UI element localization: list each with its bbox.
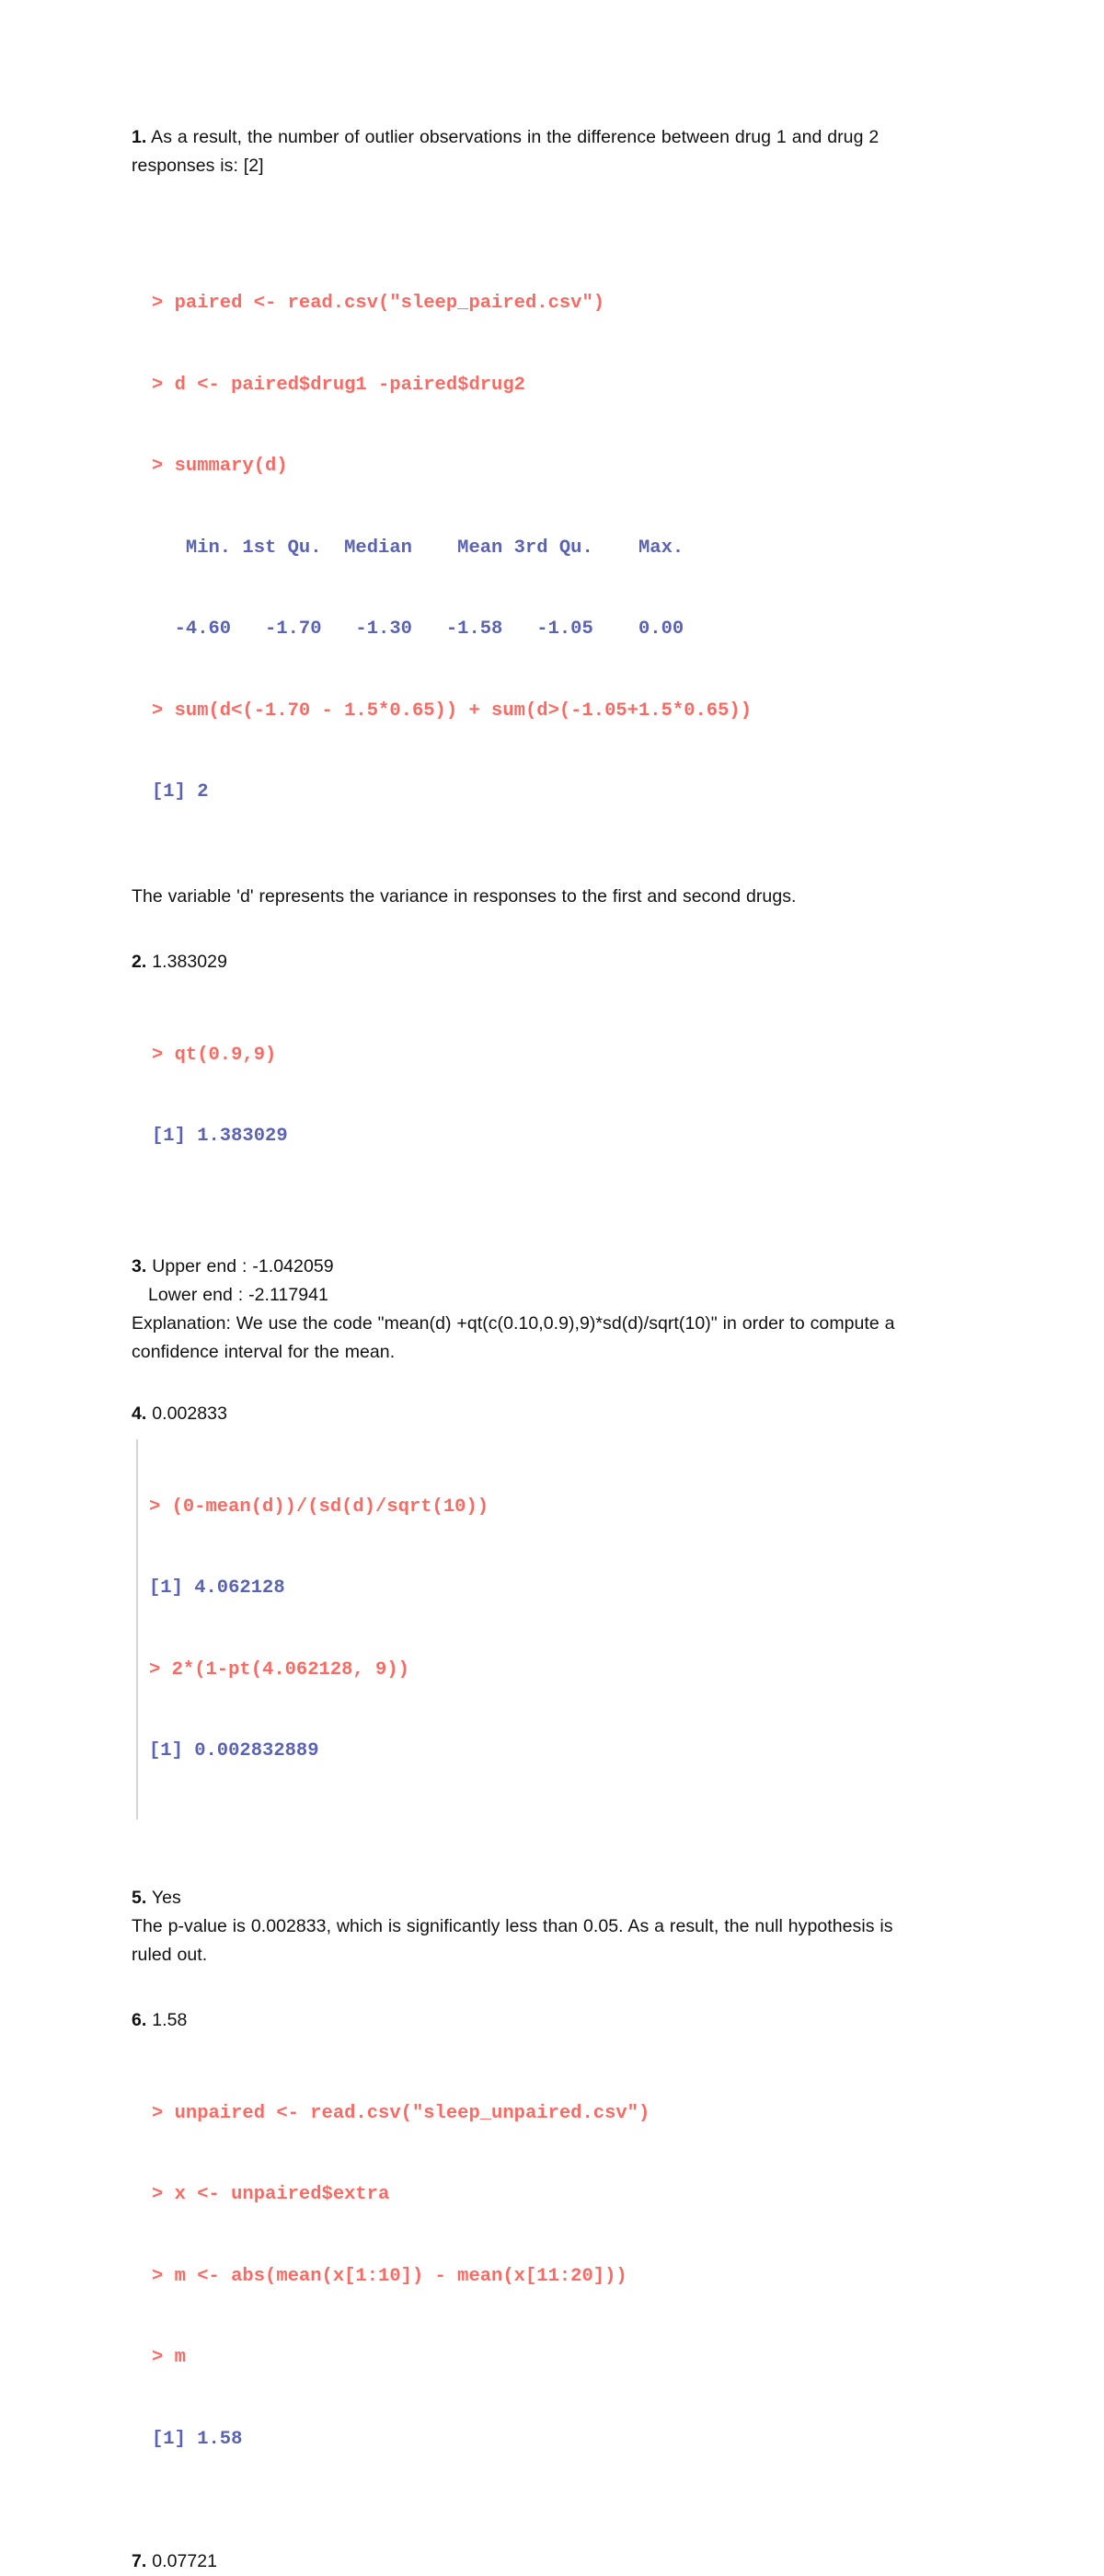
question-7-marker: 7.: [132, 2551, 147, 2571]
question-1-line-2: responses is: [2]: [132, 156, 264, 176]
question-3-explanation-line-2: confidence interval for the mean.: [132, 1341, 396, 1362]
console-line: [1] 0.002832889: [149, 1740, 319, 1762]
console-line: > summary(d): [152, 456, 288, 477]
console-block-6: > unpaired <- read.csv("sleep_unpaired.c…: [143, 2046, 960, 2508]
question-1-line-1: As a result, the number of outlier obser…: [146, 127, 880, 147]
console-line: [1] 1.58: [152, 2428, 243, 2450]
question-4-statement: 4. 0.002833: [132, 1400, 960, 1428]
console-line: [1] 4.062128: [149, 1577, 285, 1599]
console-line: > x <- unpaired$extra: [152, 2184, 390, 2205]
console-block-1: > paired <- read.csv("sleep_paired.csv")…: [143, 236, 960, 861]
question-7-answer: 0.07721: [146, 2551, 218, 2571]
console-line: > paired <- read.csv("sleep_paired.csv"): [152, 293, 605, 314]
document-page: 1. As a result, the number of outlier ob…: [0, 0, 1104, 2571]
console-line: > m: [152, 2347, 186, 2368]
question-7-statement: 7. 0.07721: [132, 2547, 960, 2576]
question-4-marker: 4.: [132, 1403, 147, 1424]
console-line: > unpaired <- read.csv("sleep_unpaired.c…: [152, 2102, 650, 2124]
console-line: Min. 1st Qu. Median Mean 3rd Qu. Max.: [152, 537, 684, 559]
question-2-statement: 2. 1.383029: [132, 948, 960, 976]
question-6-statement: 6. 1.58: [132, 2006, 960, 2035]
question-1-marker: 1.: [132, 127, 147, 147]
question-3-lower-end: Lower end : -2.117941: [148, 1284, 328, 1305]
question-6-answer: 1.58: [146, 2009, 188, 2030]
question-5-marker: 5.: [132, 1887, 147, 1908]
question-5-statement: 5. Yes The p-value is 0.002833, which is…: [132, 1884, 960, 1970]
question-4-answer: 0.002833: [146, 1403, 227, 1424]
question-3-upper-end: Upper end : -1.042059: [146, 1255, 334, 1276]
question-3-statement: 3. Upper end : -1.042059 Lower end : -2.…: [132, 1253, 960, 1367]
console-line: > sum(d<(-1.70 - 1.5*0.65)) + sum(d>(-1.…: [152, 699, 753, 722]
console-block-4: > (0-mean(d))/(sd(d)/sqrt(10)) [1] 4.062…: [136, 1438, 960, 1819]
document-content: 1. As a result, the number of outlier ob…: [132, 123, 960, 2576]
console-block-2: > qt(0.9,9) [1] 1.383029: [143, 988, 960, 1205]
question-5-explanation-line-2: ruled out.: [132, 1944, 208, 1965]
question-1-statement: 1. As a result, the number of outlier ob…: [132, 123, 960, 180]
console-line: [1] 2: [152, 781, 209, 803]
console-line: > (0-mean(d))/(sd(d)/sqrt(10)): [149, 1496, 489, 1518]
question-5-answer: Yes: [146, 1887, 181, 1908]
question-1-explanation: The variable 'd' represents the variance…: [132, 885, 797, 907]
question-5-explanation-line-1: The p-value is 0.002833, which is signif…: [132, 1915, 893, 1936]
question-2-marker: 2.: [132, 951, 147, 972]
console-line: -4.60 -1.70 -1.30 -1.58 -1.05 0.00: [152, 618, 684, 640]
console-line: > d <- paired$drug1 -paired$drug2: [152, 374, 525, 396]
question-3-explanation-line-1: Explanation: We use the code "mean(d) +q…: [132, 1312, 895, 1334]
console-line: [1] 1.383029: [152, 1126, 288, 1147]
question-6-marker: 6.: [132, 2009, 147, 2030]
question-2-answer: 1.383029: [146, 951, 227, 972]
console-line: > qt(0.9,9): [152, 1044, 277, 1066]
console-line: > 2*(1-pt(4.062128, 9)): [149, 1658, 409, 1681]
console-line: > m <- abs(mean(x[1:10]) - mean(x[11:20]…: [152, 2265, 627, 2287]
question-3-marker: 3.: [132, 1255, 147, 1276]
